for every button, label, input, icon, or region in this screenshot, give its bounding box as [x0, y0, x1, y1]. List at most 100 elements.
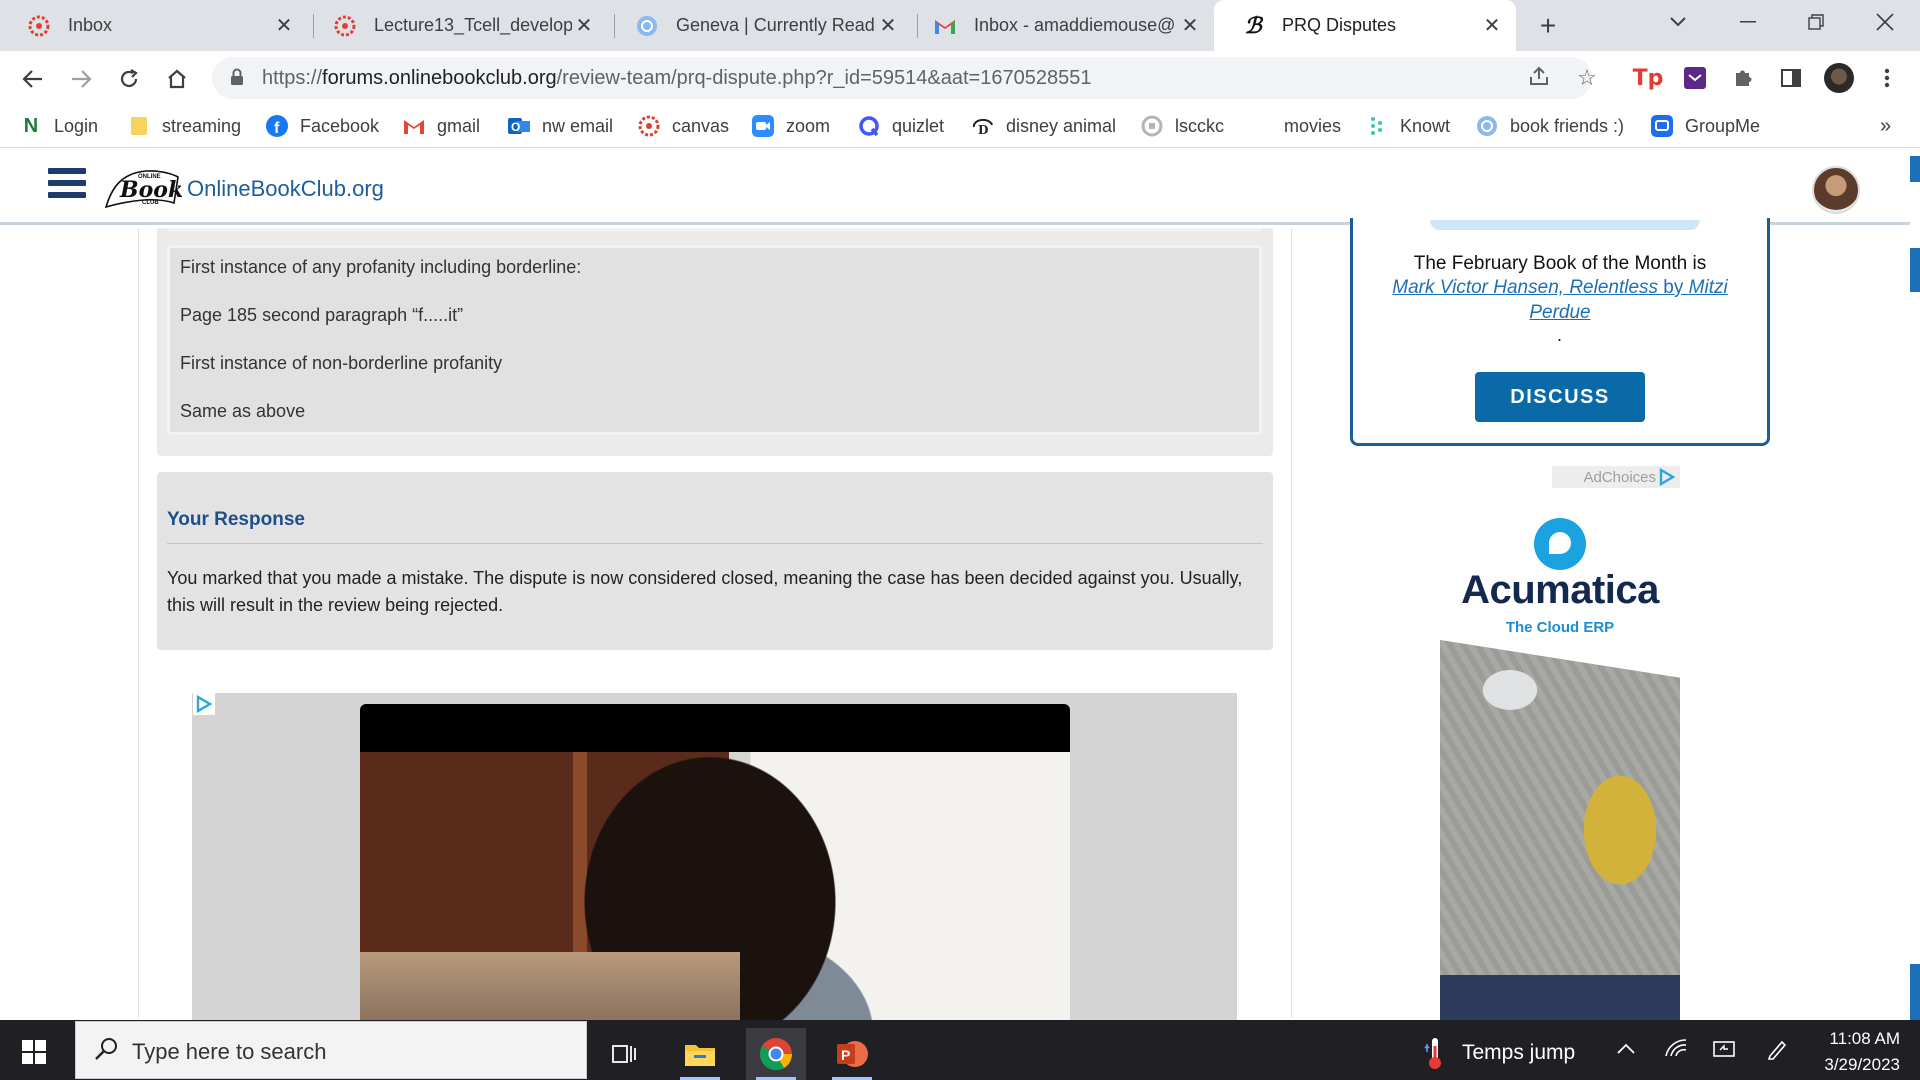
purple-extension-icon[interactable]	[1680, 63, 1710, 93]
arrow-left-icon	[22, 70, 42, 88]
side-panel-icon[interactable]	[1776, 63, 1806, 93]
canvas-icon	[334, 15, 356, 37]
close-icon[interactable]: ✕	[572, 13, 596, 38]
minimize-icon	[1740, 21, 1756, 23]
bookmark-streaming[interactable]: streaming	[128, 112, 241, 140]
back-button[interactable]	[16, 62, 50, 96]
botm-book-link[interactable]: Mark Victor Hansen, Relentless by Mitzi …	[1380, 275, 1740, 325]
bookmark-login[interactable]: N Login	[20, 112, 98, 140]
bookmark-book-friends[interactable]: book friends :)	[1476, 112, 1624, 140]
home-icon	[168, 69, 186, 89]
tp-extension-icon[interactable]: Tp	[1633, 63, 1664, 93]
site-name-link[interactable]: OnlineBookClub.org	[187, 176, 384, 202]
close-icon[interactable]: ✕	[272, 13, 296, 38]
bookmark-star-icon[interactable]: ☆	[1574, 65, 1600, 91]
bookmark-lscckc[interactable]: lscckc	[1141, 112, 1224, 140]
bookmark-label: Knowt	[1400, 115, 1451, 136]
site-logo[interactable]: Book ONLINE CLUB	[102, 167, 183, 211]
bookmark-groupme[interactable]: GroupMe	[1651, 112, 1760, 140]
bookmark-facebook[interactable]: f Facebook	[266, 112, 379, 140]
response-panel	[157, 472, 1273, 650]
bookmark-knowt[interactable]: Knowt	[1366, 112, 1450, 140]
minimize-button[interactable]	[1718, 0, 1778, 44]
tray-chevron-up-icon[interactable]	[1616, 1038, 1636, 1061]
close-icon[interactable]: ✕	[1480, 13, 1504, 38]
ad-video-player[interactable]	[360, 704, 1070, 1020]
bookmark-movies[interactable]: movies	[1284, 112, 1341, 140]
bookmark-zoom[interactable]: zoom	[752, 112, 830, 140]
file-explorer-icon[interactable]	[670, 1028, 730, 1080]
scroll-indicator	[1910, 248, 1920, 292]
acumatica-logo-icon	[1534, 518, 1586, 570]
search-placeholder: Type here to search	[132, 1039, 327, 1064]
adchoices-icon[interactable]	[193, 693, 215, 715]
chrome-taskbar-icon[interactable]	[746, 1028, 806, 1080]
bookmark-label: lscckc	[1175, 115, 1224, 136]
bookmark-nw-email[interactable]: O nw email	[508, 112, 613, 140]
logo-online-text: ONLINE	[138, 174, 161, 180]
bookmark-quizlet[interactable]: quizlet	[858, 112, 944, 140]
response-text: You marked that you made a mistake. The …	[167, 568, 1243, 615]
new-tab-button[interactable]: +	[1532, 10, 1564, 42]
pen-icon[interactable]	[1766, 1038, 1788, 1066]
tab-title: Geneva | Currently Readin	[676, 15, 876, 35]
tab-title: PRQ Disputes	[1282, 15, 1397, 35]
menu-kebab-icon[interactable]	[1872, 63, 1902, 93]
lscckc-icon	[1141, 115, 1163, 137]
tab-geneva[interactable]: Geneva | Currently Readin ✕	[608, 0, 912, 51]
bookmark-label: streaming	[162, 115, 242, 136]
hamburger-menu-icon[interactable]	[48, 168, 86, 204]
canvas-icon	[638, 115, 660, 137]
battery-icon[interactable]	[1712, 1038, 1738, 1066]
tab-gmail[interactable]: Inbox - amaddiemouse@ ✕	[906, 0, 1214, 51]
bookmark-label: movies	[1284, 115, 1342, 136]
groupme-icon	[1651, 115, 1673, 137]
puzzle-extensions-icon[interactable]	[1728, 63, 1758, 93]
video-frame-counter	[360, 952, 740, 1020]
home-button[interactable]	[160, 62, 194, 96]
bookmark-label: Facebook	[300, 115, 380, 136]
lock-icon[interactable]	[230, 68, 244, 91]
logo-club-text: CLUB	[142, 200, 159, 206]
forward-button[interactable]	[64, 62, 98, 96]
canvas-icon	[28, 15, 50, 37]
column-divider	[138, 228, 139, 1018]
weather-widget[interactable]: Temps jump	[1424, 1036, 1575, 1070]
column-divider	[1291, 228, 1292, 1018]
ad-brand: Acumatica	[1461, 568, 1659, 612]
powerpoint-icon[interactable]: P	[822, 1028, 882, 1080]
restore-button[interactable]	[1786, 0, 1846, 44]
task-view-icon[interactable]	[594, 1028, 654, 1080]
tab-lecture[interactable]: Lecture13_Tcell_developm ✕	[306, 0, 608, 51]
tab-inbox-canvas[interactable]: Inbox ✕	[0, 0, 308, 51]
bookmark-disney-animal[interactable]: D disney animal	[972, 112, 1116, 140]
tab-search-button[interactable]	[1648, 0, 1708, 44]
windows-start-icon[interactable]	[22, 1040, 46, 1064]
notion-n-icon: N	[23, 114, 39, 137]
adchoices-label[interactable]: AdChoices	[1552, 466, 1680, 488]
botm-dot: .	[1557, 325, 1563, 345]
adchoices-icon	[1659, 468, 1676, 486]
reload-icon	[120, 69, 138, 88]
taskbar-search-input[interactable]: Type here to search	[75, 1021, 587, 1079]
close-icon[interactable]: ✕	[1178, 13, 1202, 38]
reload-button[interactable]	[112, 62, 146, 96]
address-bar[interactable]: https://forums.onlinebookclub.org/review…	[212, 57, 1597, 99]
svg-text:O: O	[511, 120, 520, 134]
user-avatar[interactable]	[1812, 166, 1860, 214]
window-close-button[interactable]	[1855, 0, 1915, 44]
gmail-icon	[403, 115, 425, 137]
panel-divider	[167, 228, 1262, 231]
knowt-icon	[1366, 115, 1388, 137]
close-icon[interactable]: ✕	[876, 13, 900, 38]
discuss-button[interactable]: DISCUSS	[1475, 372, 1645, 422]
bookmarks-overflow-button[interactable]: »	[1880, 112, 1891, 140]
bookmark-gmail[interactable]: gmail	[403, 112, 480, 140]
profile-avatar[interactable]	[1824, 63, 1854, 93]
wifi-icon[interactable]	[1664, 1038, 1688, 1064]
tab-prq-disputes[interactable]: ℬ PRQ Disputes ✕	[1214, 0, 1516, 51]
share-icon[interactable]	[1526, 65, 1552, 91]
taskbar-clock[interactable]: 11:08 AM 3/29/2023	[1800, 1026, 1900, 1078]
url-text[interactable]: https://forums.onlinebookclub.org/review…	[262, 67, 1091, 90]
bookmark-canvas[interactable]: canvas	[638, 112, 729, 140]
